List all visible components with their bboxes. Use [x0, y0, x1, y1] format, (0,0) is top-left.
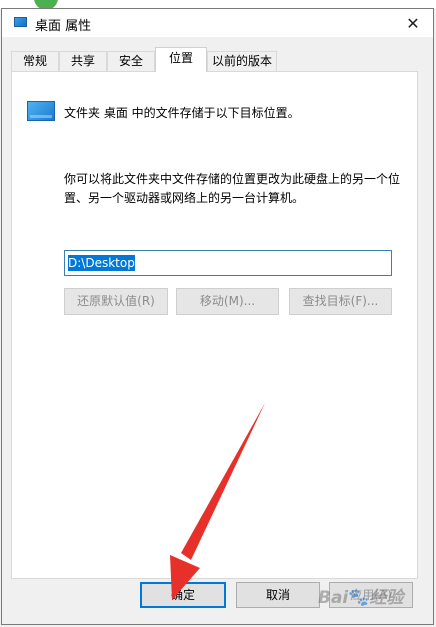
ok-button[interactable]: 确定	[140, 582, 226, 608]
find-target-button[interactable]: 查找目标(F)...	[289, 288, 392, 315]
location-description: 你可以将此文件夹中文件存储的位置更改为此硬盘上的另一个位置、另一个驱动器或网络上…	[64, 172, 401, 205]
tab-sharing[interactable]: 共享	[59, 51, 107, 71]
tab-general[interactable]: 常规	[11, 51, 59, 71]
folder-icon	[27, 101, 55, 121]
properties-dialog: 桌面 属性 ✕ 常规 共享 安全 位置 以前的版本 文件夹 桌面 中的文件存储于…	[1, 8, 434, 625]
close-button[interactable]: ✕	[401, 11, 425, 35]
tab-previous-versions[interactable]: 以前的版本	[207, 51, 277, 71]
watermark-logo: Bai🐾经验	[318, 588, 404, 608]
restore-default-button[interactable]: 还原默认值(R)	[64, 288, 168, 315]
location-info-text: 文件夹 桌面 中的文件存储于以下目标位置。	[64, 106, 300, 120]
cancel-button[interactable]: 取消	[236, 582, 320, 608]
title-bar: 桌面 属性 ✕	[2, 9, 433, 37]
tab-location[interactable]: 位置	[155, 47, 207, 72]
desktop-folder-icon	[14, 17, 27, 27]
path-input[interactable]: D:\Desktop	[64, 250, 392, 276]
location-tab-panel: 文件夹 桌面 中的文件存储于以下目标位置。 你可以将此文件夹中文件存储的位置更改…	[11, 71, 418, 579]
window-title: 桌面 属性	[35, 19, 92, 34]
move-button[interactable]: 移动(M)...	[176, 288, 279, 315]
close-icon: ✕	[406, 13, 420, 33]
tab-security[interactable]: 安全	[107, 51, 155, 71]
path-value: D:\Desktop	[68, 255, 135, 271]
